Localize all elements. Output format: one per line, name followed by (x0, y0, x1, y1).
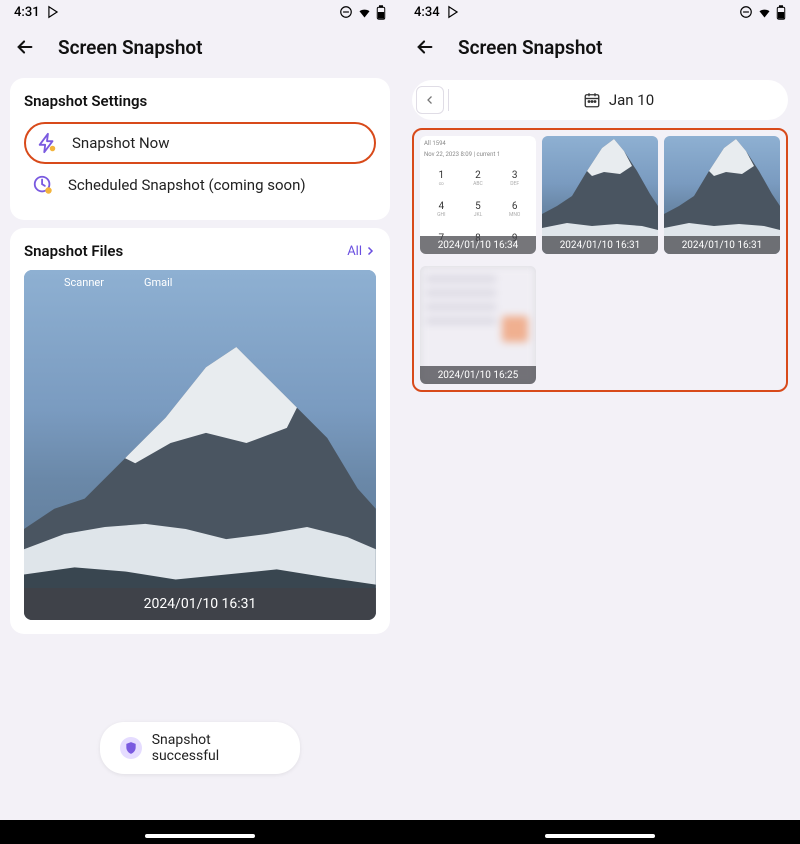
dnd-icon (739, 5, 753, 19)
snapshot-now-label: Snapshot Now (72, 134, 170, 152)
app-header: Screen Snapshot (400, 24, 800, 70)
thumbnail-timestamp: 2024/01/10 16:31 (664, 236, 780, 254)
snapshot-thumbnail[interactable]: 2024/01/10 16:31 (542, 136, 658, 254)
page-title: Screen Snapshot (58, 36, 203, 59)
thumbnail-timestamp: 2024/01/10 16:31 (542, 236, 658, 254)
date-display[interactable]: Jan 10 (453, 91, 784, 109)
snapshot-settings-card: Snapshot Settings Snapshot Now Scheduled… (10, 78, 390, 220)
snapshot-thumbnail[interactable]: 2024/01/10 16:31 (664, 136, 780, 254)
clock-icon (32, 174, 54, 196)
system-nav-bar (0, 820, 800, 844)
lightning-icon (36, 132, 58, 154)
files-header: Snapshot Files (24, 242, 123, 260)
toast: Snapshot successful (100, 722, 300, 774)
phone-left: 4:31 Screen Snapshot Snapshot Settings S… (0, 0, 400, 844)
toast-shield-icon (120, 737, 142, 759)
back-icon[interactable] (414, 36, 436, 58)
all-link[interactable]: All (347, 244, 376, 259)
snapshot-now-row[interactable]: Snapshot Now (24, 122, 376, 164)
status-time: 4:31 (14, 5, 40, 20)
wifi-icon (757, 5, 772, 20)
status-time: 4:34 (414, 5, 440, 20)
status-bar: 4:34 (400, 0, 800, 24)
thumbnail-timestamp: 2024/01/10 16:34 (420, 236, 536, 254)
snapshot-thumbnail[interactable]: 2024/01/10 16:25 (420, 266, 536, 384)
snapshot-grid-zone: All 1594Nov 22, 2023 8:09 | current 1 1∞… (412, 128, 788, 392)
nav-home-pill[interactable] (545, 834, 655, 838)
status-bar: 4:31 (0, 0, 400, 24)
snapshot-thumbnail[interactable]: Scanner Gmail 2024/01/10 16:31 (24, 270, 376, 620)
chevron-left-icon (424, 94, 436, 106)
scheduled-snapshot-label: Scheduled Snapshot (coming soon) (68, 176, 306, 194)
phone-right: 4:34 Screen Snapshot Jan 10 All 1594Nov … (400, 0, 800, 844)
thumbnail-timestamp: 2024/01/10 16:31 (24, 588, 376, 620)
thumbnail-timestamp: 2024/01/10 16:25 (420, 366, 536, 384)
thumb-app-label: Scanner (64, 276, 104, 289)
back-icon[interactable] (14, 36, 36, 58)
wifi-icon (357, 5, 372, 20)
snapshot-thumbnail[interactable]: All 1594Nov 22, 2023 8:09 | current 1 1∞… (420, 136, 536, 254)
play-store-icon (446, 5, 460, 19)
prev-date-button[interactable] (416, 86, 444, 114)
app-header: Screen Snapshot (0, 24, 400, 70)
page-title: Screen Snapshot (458, 36, 603, 59)
calendar-icon (583, 91, 601, 109)
date-label: Jan 10 (609, 91, 654, 109)
chevron-right-icon (364, 245, 376, 257)
date-picker-bar: Jan 10 (412, 80, 788, 120)
snapshot-files-card: Snapshot Files All Scanner Gmail 2024/01… (10, 228, 390, 634)
toast-text: Snapshot successful (152, 732, 280, 764)
settings-header: Snapshot Settings (24, 92, 376, 110)
nav-home-pill[interactable] (145, 834, 255, 838)
battery-icon (376, 5, 386, 20)
mountain-icon (24, 347, 376, 620)
battery-icon (776, 5, 786, 20)
thumb-app-label: Gmail (144, 276, 172, 289)
play-store-icon (46, 5, 60, 19)
dnd-icon (339, 5, 353, 19)
scheduled-snapshot-row[interactable]: Scheduled Snapshot (coming soon) (24, 164, 376, 206)
